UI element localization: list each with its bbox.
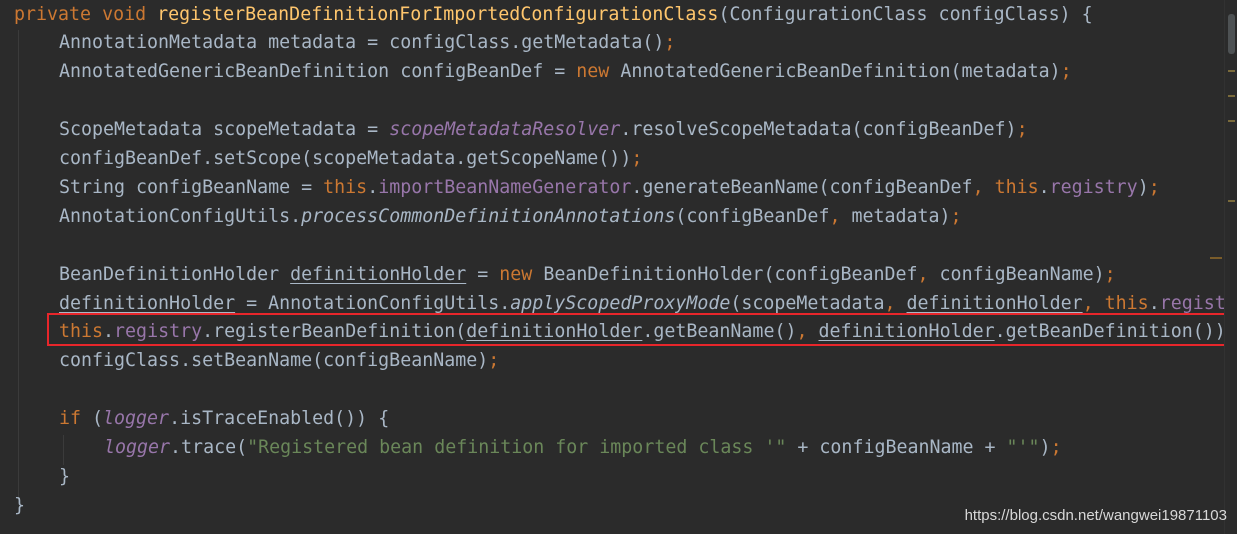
semicolon: ; [950, 206, 962, 227]
keyword: this [1104, 293, 1149, 314]
keyword: private [14, 4, 92, 25]
code-text: .generateBeanName(configBeanDef [631, 177, 973, 198]
code-text: ) [1137, 177, 1149, 198]
code-text: = AnnotationConfigUtils. [235, 293, 511, 314]
scrollbar-thumb[interactable] [1228, 14, 1235, 54]
variable-ref: definitionHolder [906, 293, 1083, 314]
code-text: BeanDefinitionHolder [59, 264, 291, 285]
code-text: ( [81, 408, 104, 429]
code-line-5: ScopeMetadata scopeMetadata = scopeMetad… [59, 115, 1028, 144]
highlight-box [47, 313, 1228, 346]
keyword: if [59, 408, 82, 429]
semicolon: ; [1104, 264, 1116, 285]
code-line-7: String configBeanName = this.importBeanN… [59, 173, 1160, 202]
watermark-text: https://blog.csdn.net/wangwei19871103 [964, 507, 1227, 524]
code-line-10: BeanDefinitionHolder definitionHolder = … [59, 260, 1116, 289]
code-editor[interactable]: private void registerBeanDefinitionForIm… [0, 0, 1237, 534]
code-text: .isTraceEnabled()) { [169, 408, 390, 429]
field-ref: regist [1159, 293, 1226, 314]
variable-ref: definitionHolder [59, 293, 236, 314]
code-text: String configBeanName = [59, 177, 324, 198]
semicolon: ; [488, 350, 500, 371]
semicolon: ; [1016, 119, 1028, 140]
field-ref: logger [103, 408, 170, 429]
keyword: this [323, 177, 368, 198]
variable-ref: definitionHolder [290, 264, 467, 285]
closing-brace: } [59, 466, 71, 487]
keyword: this [994, 177, 1039, 198]
code-text: . [1148, 293, 1160, 314]
method-name: registerBeanDefinitionForImportedConfigu… [157, 4, 719, 25]
code-text: ) [1039, 437, 1051, 458]
keyword: new [499, 264, 533, 285]
code-text: AnnotationMetadata metadata = configClas… [59, 32, 665, 53]
semicolon: ; [1050, 437, 1062, 458]
code-line-1: private void registerBeanDefinitionForIm… [14, 0, 1093, 29]
vertical-scrollbar[interactable] [1224, 0, 1237, 534]
code-text: (configBeanDef [675, 206, 830, 227]
field-ref: logger [104, 437, 171, 458]
error-stripe-marker[interactable] [1228, 120, 1235, 122]
indent-guide [63, 435, 64, 465]
code-text: configClass.setBeanName(configBeanName) [59, 350, 489, 371]
code-text: . [1038, 177, 1050, 198]
code-text: ScopeMetadata scopeMetadata = [59, 119, 390, 140]
error-stripe-marker[interactable] [1228, 70, 1235, 72]
error-stripe-marker[interactable] [1228, 95, 1235, 97]
keyword: void [102, 4, 147, 25]
code-text: . [367, 177, 379, 198]
error-stripe-marker[interactable] [1228, 200, 1235, 202]
semicolon: ; [1148, 177, 1160, 198]
code-line-18: } [14, 491, 25, 520]
code-line-3: AnnotatedGenericBeanDefinition configBea… [59, 57, 1072, 86]
static-method: processCommonDefinitionAnnotations [301, 206, 676, 227]
code-text: (ConfigurationClass configClass) { [718, 4, 1093, 25]
code-line-17: } [59, 462, 70, 491]
code-text: metadata) [840, 206, 951, 227]
code-text: AnnotatedGenericBeanDefinition configBea… [59, 61, 577, 82]
code-text: AnnotatedGenericBeanDefinition(metadata) [609, 61, 1061, 82]
semicolon: ; [1060, 61, 1072, 82]
code-text: (scopeMetadata [730, 293, 885, 314]
string-literal: "'" [1006, 437, 1040, 458]
comma: , [1082, 293, 1094, 314]
code-text: .trace( [170, 437, 248, 458]
code-line-15: if (logger.isTraceEnabled()) { [59, 404, 389, 433]
code-text: AnnotationConfigUtils. [59, 206, 302, 227]
code-line-8: AnnotationConfigUtils.processCommonDefin… [59, 202, 962, 231]
comma: , [829, 206, 841, 227]
code-text: configBeanDef.setScope(scopeMetadata.get… [59, 148, 632, 169]
code-text: + configBeanName + [786, 437, 1007, 458]
code-text: BeanDefinitionHolder(configBeanDef [532, 264, 918, 285]
semicolon: ; [664, 32, 676, 53]
code-line-2: AnnotationMetadata metadata = configClas… [59, 28, 675, 57]
field-ref: registry [1049, 177, 1138, 198]
comma: , [917, 264, 929, 285]
fold-marker [1210, 257, 1222, 259]
field-ref: scopeMetadataResolver [389, 119, 621, 140]
static-method: applyScopedProxyMode [510, 293, 731, 314]
semicolon: ; [631, 148, 643, 169]
comma: , [972, 177, 984, 198]
field-ref: importBeanNameGenerator [378, 177, 632, 198]
code-text: = [466, 264, 500, 285]
code-text: .resolveScopeMetadata(configBeanDef) [620, 119, 1017, 140]
code-line-16: logger.trace("Registered bean definition… [104, 433, 1062, 462]
comma: , [884, 293, 896, 314]
closing-brace: } [14, 495, 26, 516]
keyword: new [576, 61, 610, 82]
code-line-6: configBeanDef.setScope(scopeMetadata.get… [59, 144, 642, 173]
code-text: configBeanName) [928, 264, 1105, 285]
indent-guide [18, 30, 19, 500]
string-literal: "Registered bean definition for imported… [247, 437, 787, 458]
code-line-13: configClass.setBeanName(configBeanName); [59, 346, 499, 375]
